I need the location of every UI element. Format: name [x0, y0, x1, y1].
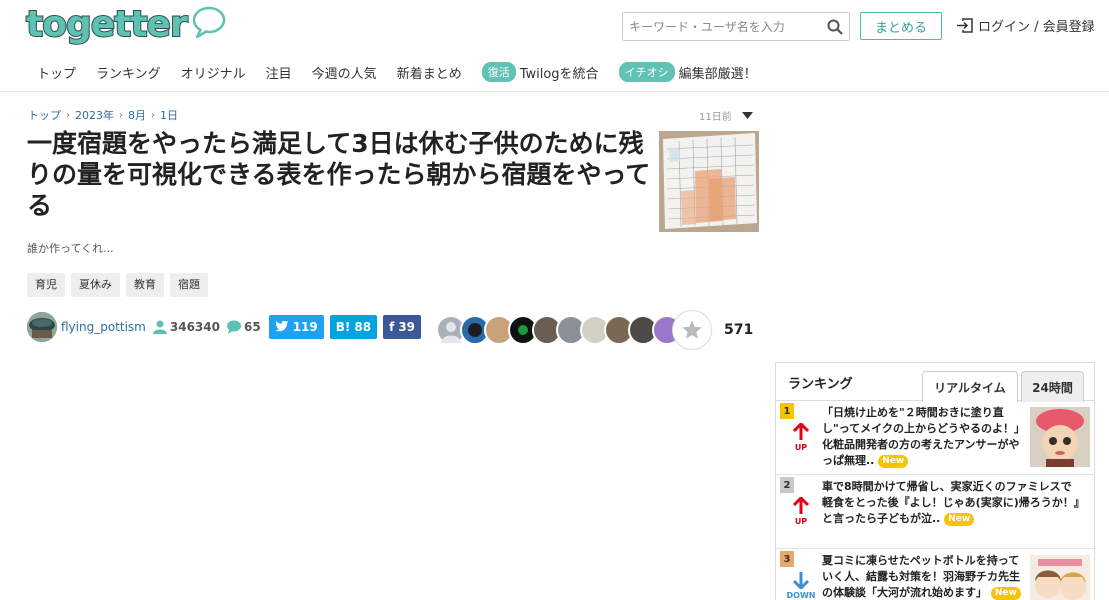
- author-avatar-image: [27, 312, 57, 342]
- search-box: [622, 12, 850, 41]
- article-thumbnail[interactable]: [659, 131, 759, 232]
- nav-top[interactable]: トップ: [37, 63, 76, 82]
- star-icon: [682, 320, 702, 339]
- login-link[interactable]: ログイン / 会員登録: [956, 16, 1095, 35]
- breadcrumb-year[interactable]: 2023年: [75, 107, 114, 123]
- user-icon: [152, 320, 167, 334]
- nav-twilog[interactable]: 復活 Twilogを統合: [481, 62, 599, 82]
- site-header: togetter まとめる ログイン / 会員登録 トップ ランキング オリジナ…: [0, 0, 1109, 92]
- rank-direction: DOWN: [786, 591, 816, 600]
- ranking-item[interactable]: 2 UP 車で8時間かけて帰省し、実家近くのファミレスで軽食をとった後『よし！じ…: [776, 475, 1094, 549]
- speech-bubble-icon: [192, 6, 225, 39]
- nav-twilog-label: Twilogを統合: [519, 66, 599, 82]
- matome-button[interactable]: まとめる: [860, 12, 942, 40]
- new-badge: New: [878, 454, 909, 468]
- ranking-title: ランキング: [788, 377, 853, 392]
- ranking-thumbnail: [1030, 407, 1090, 467]
- rank-up-indicator: UP: [782, 495, 820, 526]
- ranking-header: ランキング リアルタイム 24時間: [776, 363, 1094, 402]
- chevron-right-icon: ›: [119, 109, 123, 121]
- twitter-count: 119: [292, 320, 318, 334]
- favorite-count: 571: [724, 322, 754, 338]
- logo-text: togetter: [25, 3, 189, 46]
- facebook-count: 39: [398, 320, 416, 334]
- arrow-up-icon: [792, 495, 810, 514]
- nav-editors-pick[interactable]: イチオシ 編集部厳選！: [618, 62, 757, 82]
- arrow-up-icon: [792, 421, 810, 440]
- manga-illustration-image: [1030, 555, 1090, 600]
- rank-direction: UP: [794, 443, 808, 452]
- arrow-down-icon: [792, 572, 810, 591]
- tag-parenting[interactable]: 育児: [27, 273, 65, 297]
- new-badge: New: [990, 586, 1021, 600]
- search-icon[interactable]: [827, 19, 843, 35]
- tag-list: 育児 夏休み 教育 宿題: [27, 273, 214, 297]
- login-icon: [957, 18, 973, 33]
- ranking-item[interactable]: 1 UP 「日焼け止めを"２時間おきに塗り直し"ってメイクの上からどうやるのよ！…: [776, 401, 1094, 475]
- author-row: flying_pottism 346340 65 119 B! 88 f 39: [27, 312, 422, 342]
- hatena-bookmark-button[interactable]: B! 88: [329, 315, 378, 339]
- search-input[interactable]: [623, 13, 818, 40]
- hatena-bookmark-icon: B!: [335, 320, 351, 334]
- breadcrumb-top[interactable]: トップ: [28, 107, 61, 123]
- page-title: 一度宿題をやったら満足して3日は休む子供のために残りの量を可視化できる表を作った…: [27, 129, 651, 220]
- ranking-item[interactable]: 3 DOWN 夏コミに凍らせたペットボトルを持っていく人、結露も対策を！羽海野チ…: [776, 549, 1094, 600]
- tag-education[interactable]: 教育: [126, 273, 164, 297]
- author-name[interactable]: flying_pottism: [61, 320, 146, 334]
- nav-new[interactable]: 新着まとめ: [397, 63, 462, 82]
- favorite-button[interactable]: [672, 310, 712, 350]
- breadcrumb-month[interactable]: 8月: [128, 107, 146, 123]
- rank-number: 3: [780, 551, 794, 567]
- worksheet-image: [659, 131, 759, 232]
- ranking-item-title: 「日焼け止めを"２時間おきに塗り直し"ってメイクの上からどうやるのよ！」化粧品開…: [822, 406, 1025, 467]
- caret-down-icon: [741, 112, 753, 119]
- nav-featured[interactable]: 注目: [266, 63, 292, 82]
- togetter-logo[interactable]: togetter: [25, 3, 227, 46]
- ranking-item-text: 車で8時間かけて帰省し、実家近くのファミレスで軽食をとった後『よし！じゃあ(実家…: [822, 479, 1082, 527]
- twitter-bird-icon: [274, 321, 289, 332]
- tag-homework[interactable]: 宿題: [170, 273, 208, 297]
- favorite-users: 571: [436, 310, 753, 350]
- ranking-item-text: 夏コミに凍らせたペットボトルを持っていく人、結露も対策を！羽海野チカ先生の体験談…: [822, 553, 1026, 600]
- view-count: 346340: [152, 320, 220, 334]
- time-ago[interactable]: 11日前: [699, 108, 753, 123]
- rank-direction: UP: [794, 517, 808, 526]
- comment-count-value: 65: [243, 320, 261, 334]
- anime-character-image: [1030, 407, 1090, 467]
- rank-down-indicator: DOWN: [782, 571, 820, 600]
- time-ago-label: 11日前: [699, 112, 732, 123]
- breadcrumb-day[interactable]: 1日: [160, 107, 178, 123]
- rank-number: 2: [780, 477, 794, 493]
- chevron-right-icon: ›: [151, 109, 155, 121]
- article-description: 誰か作ってくれ...: [27, 242, 114, 255]
- login-label: ログイン / 会員登録: [978, 20, 1095, 35]
- rank-number: 1: [780, 403, 794, 419]
- view-count-value: 346340: [169, 320, 220, 334]
- new-badge: New: [944, 512, 975, 526]
- nav-editors-pick-label: 編集部厳選！: [678, 66, 757, 82]
- comment-count[interactable]: 65: [226, 320, 261, 334]
- main-nav: トップ ランキング オリジナル 注目 今週の人気 新着まとめ 復活 Twilog…: [37, 62, 777, 82]
- ranking-thumbnail: [1030, 555, 1090, 600]
- nav-original[interactable]: オリジナル: [181, 63, 246, 82]
- pick-badge: イチオシ: [618, 62, 675, 82]
- nav-weekly-popular[interactable]: 今週の人気: [312, 63, 377, 82]
- hatena-count: 88: [354, 320, 372, 334]
- revival-badge: 復活: [481, 62, 516, 82]
- rank-up-indicator: UP: [782, 421, 820, 452]
- chevron-right-icon: ›: [66, 109, 70, 121]
- twitter-share-button[interactable]: 119: [268, 315, 324, 339]
- ranking-item-text: 「日焼け止めを"２時間おきに塗り直し"ってメイクの上からどうやるのよ！」化粧品開…: [822, 405, 1026, 469]
- ranking-widget: ランキング リアルタイム 24時間 1 UP 「日焼け止めを"２時間おきに塗り直…: [775, 362, 1095, 600]
- tab-24h[interactable]: 24時間: [1021, 371, 1084, 402]
- facebook-share-button[interactable]: f 39: [383, 315, 422, 339]
- tag-summer-vacation[interactable]: 夏休み: [71, 273, 120, 297]
- author-avatar[interactable]: [27, 312, 57, 342]
- comment-icon: [226, 320, 241, 334]
- breadcrumb: トップ › 2023年 › 8月 › 1日: [28, 107, 178, 123]
- nav-ranking[interactable]: ランキング: [96, 63, 161, 82]
- tab-realtime[interactable]: リアルタイム: [922, 371, 1018, 402]
- facebook-icon: f: [389, 320, 395, 334]
